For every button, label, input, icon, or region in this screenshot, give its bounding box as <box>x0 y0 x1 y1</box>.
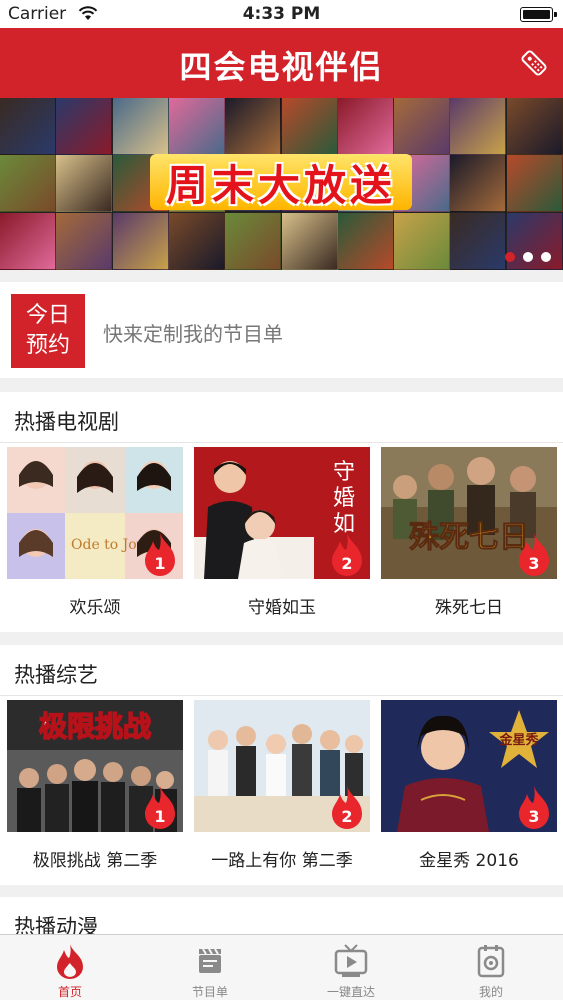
badge-line-2: 预约 <box>25 333 70 358</box>
banner-title: 周末大放送 <box>150 154 412 210</box>
tab-one-click-direct[interactable]: 一键直达 <box>281 935 421 1000</box>
today-reservation-badge: 今日 预约 <box>11 294 85 368</box>
show-poster: Ode to Joy 1 <box>7 447 183 579</box>
show-title: 金星秀 2016 <box>419 851 519 871</box>
tab-label: 首页 <box>57 985 82 999</box>
app-header: 四会电视伴侣 <box>0 28 563 98</box>
banner-dot[interactable] <box>505 252 515 262</box>
banner-thumbnail <box>0 98 56 155</box>
banner-thumbnail <box>0 155 56 213</box>
show-poster: 金星秀 3 <box>381 700 557 832</box>
show-title: 极限挑战 第二季 <box>32 851 158 871</box>
tab-label: 节目单 <box>191 985 228 999</box>
banner-thumbnail <box>56 212 113 270</box>
flame-icon: 2 <box>332 786 362 829</box>
flame-icon: 1 <box>145 533 175 576</box>
tab-bar: 首页 节目单 一键直达 我的 <box>0 934 563 1000</box>
banner-thumbnail <box>450 98 507 155</box>
flame-icon <box>57 944 83 979</box>
rank-number: 3 <box>528 807 539 826</box>
clock: 4:33 PM <box>242 4 321 24</box>
svg-text:Ode to Joy: Ode to Joy <box>71 537 145 553</box>
rank-number: 1 <box>154 554 165 573</box>
svg-text:殊死七日: 殊死七日 <box>409 520 529 555</box>
rank-number: 1 <box>154 807 165 826</box>
section-hot-dramas: 热播电视剧 Ode to Joy 1 欢乐颂 守 婚 如 2 守婚如玉 殊死七日… <box>0 392 563 632</box>
tv-icon <box>334 944 368 977</box>
battery-icon <box>520 7 557 22</box>
section-hot-anime: 热播动漫 <box>0 897 563 939</box>
rank-number: 3 <box>528 554 539 573</box>
tab-label: 我的 <box>478 985 503 999</box>
section-title: 热播电视剧 <box>14 410 119 434</box>
reservation-row[interactable]: 今日 预约 快来定制我的节目单 <box>0 282 563 378</box>
show-poster: 殊死七日 3 <box>381 447 557 579</box>
banner-thumbnail <box>394 212 451 270</box>
banner-thumbnail <box>506 155 563 213</box>
tab-home[interactable]: 首页 <box>0 935 140 1000</box>
tab-label: 一键直达 <box>326 985 375 999</box>
banner-thumbnail <box>168 212 225 270</box>
divider <box>0 442 563 443</box>
app-title: 四会电视伴侣 <box>179 48 384 86</box>
banner-thumbnail <box>506 98 563 155</box>
banner-thumbnail <box>225 212 282 270</box>
banner-thumbnail <box>450 212 507 270</box>
banner-thumbnail <box>394 98 451 155</box>
divider <box>0 695 563 696</box>
flame-icon: 3 <box>519 533 549 576</box>
banner-thumbnail <box>225 98 282 155</box>
banner-thumbnail <box>0 212 56 270</box>
banner-thumbnail <box>337 98 394 155</box>
show-title: 欢乐颂 <box>69 598 121 618</box>
reservation-hint: 快来定制我的节目单 <box>103 322 283 346</box>
show-title: 一路上有你 第二季 <box>211 851 353 871</box>
banner-thumbnail <box>281 98 338 155</box>
flame-icon: 3 <box>519 786 549 829</box>
show-poster: 极限挑战 1 <box>7 700 183 832</box>
banner-thumbnail <box>450 155 507 213</box>
rank-number: 2 <box>341 554 352 573</box>
banner-thumbnail <box>112 212 169 270</box>
svg-text:婚: 婚 <box>333 486 355 511</box>
banner-thumbnail <box>56 155 113 213</box>
svg-text:金星秀: 金星秀 <box>498 732 539 748</box>
svg-text:守: 守 <box>333 460 355 485</box>
remote-control-icon[interactable] <box>519 48 549 78</box>
tab-program-list[interactable]: 节目单 <box>140 935 280 1000</box>
banner-thumbnail <box>337 212 394 270</box>
badge-line-1: 今日 <box>25 303 70 328</box>
show-title: 殊死七日 <box>435 598 503 618</box>
svg-text:极限挑战: 极限挑战 <box>39 710 151 743</box>
banner-thumbnail <box>281 212 338 270</box>
clapperboard-icon <box>199 948 221 973</box>
rank-number: 2 <box>341 807 352 826</box>
show-title: 守婚如玉 <box>248 598 316 618</box>
section-title: 热播综艺 <box>14 663 98 687</box>
banner-pagination[interactable] <box>505 252 551 262</box>
status-bar: Carrier 4:33 PM <box>0 0 563 28</box>
banner-thumbnail <box>112 98 169 155</box>
banner-thumbnail <box>168 98 225 155</box>
section-hot-variety: 热播综艺 极限挑战 1 极限挑战 第二季 2 一路上有你 第二季 金星秀 3 金… <box>0 645 563 885</box>
banner-dot[interactable] <box>541 252 551 262</box>
banner-thumbnail <box>56 98 113 155</box>
show-poster: 守 婚 如 2 <box>194 447 370 579</box>
show-poster: 2 <box>194 700 370 832</box>
promo-banner[interactable]: 周末大放送 <box>0 98 563 270</box>
flame-icon: 1 <box>145 786 175 829</box>
flame-icon: 2 <box>332 533 362 576</box>
tab-mine[interactable]: 我的 <box>421 935 561 1000</box>
banner-dot[interactable] <box>523 252 533 262</box>
profile-icon <box>477 945 505 978</box>
